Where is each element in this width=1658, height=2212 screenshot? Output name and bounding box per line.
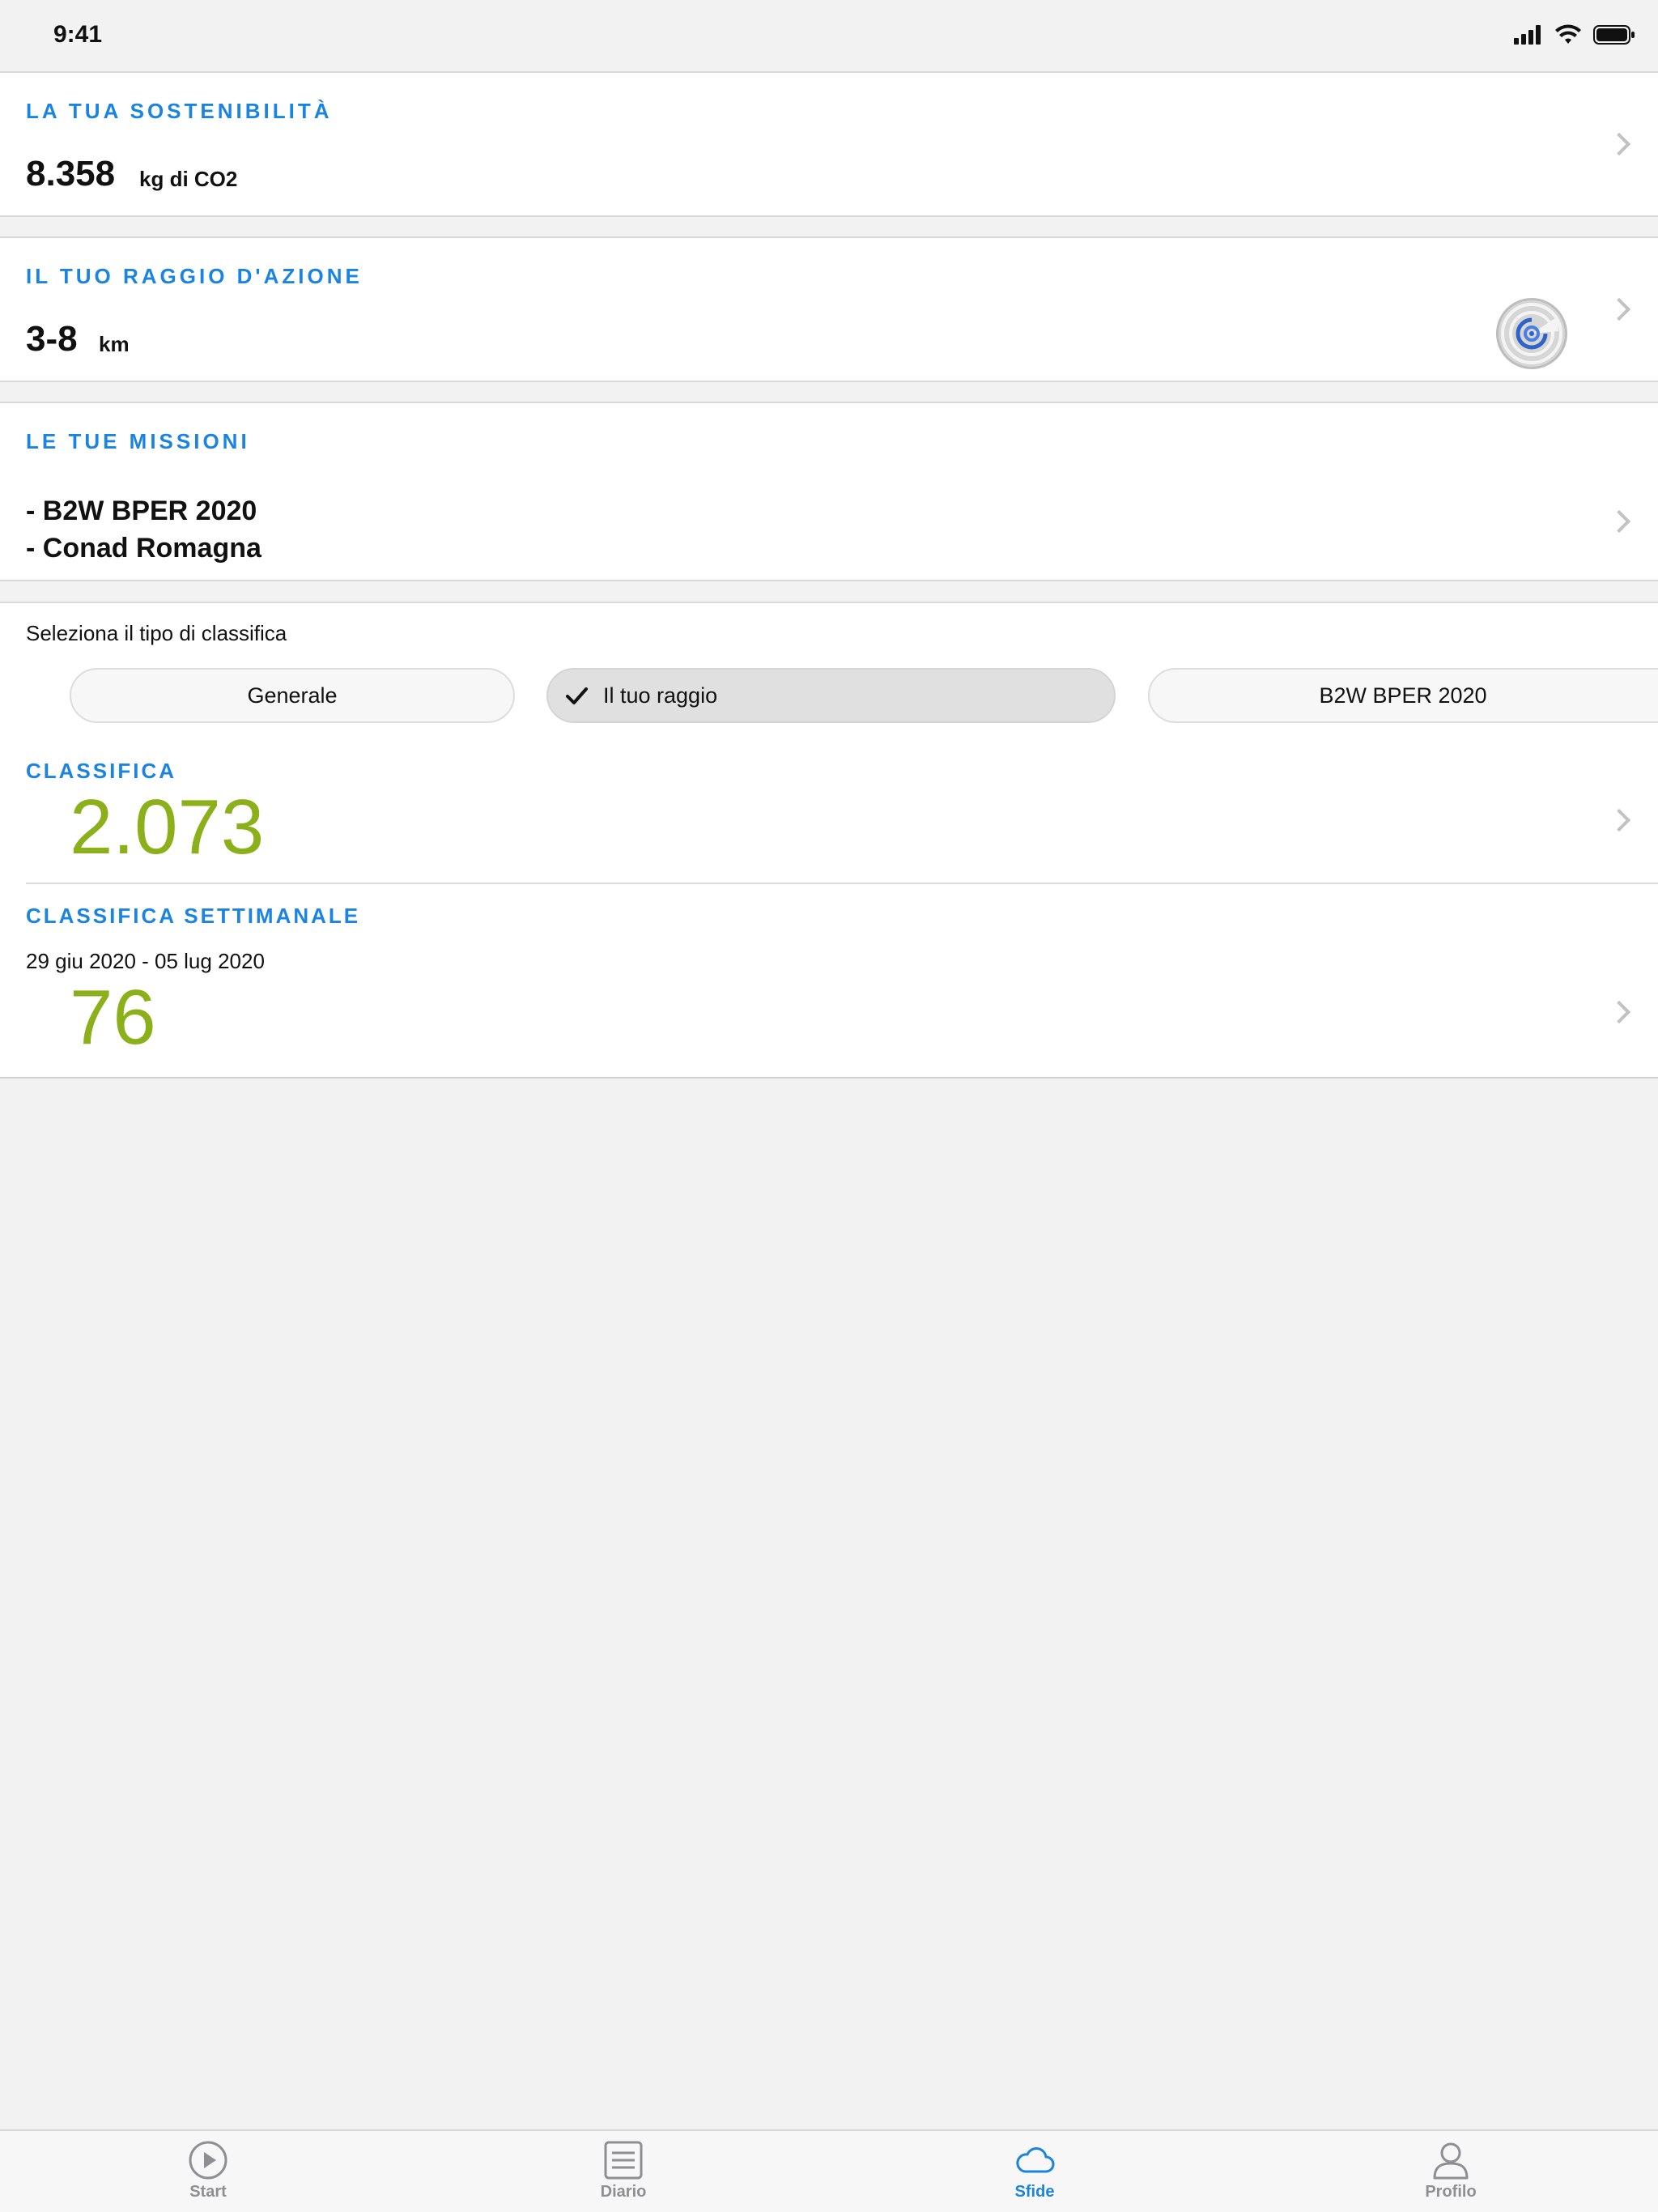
tab-start[interactable]: Start [143,2139,273,2201]
sustainability-label: LA TUA SOSTENIBILITÀ [26,99,333,123]
profile-icon [1433,2142,1469,2180]
weekly-ranking-label: CLASSIFICA SETTIMANALE [26,904,361,928]
status-bar: 9:41 [0,0,1658,72]
tab-label: Sfide [1014,2183,1055,2201]
weekly-ranking-value: 76 [70,974,156,1061]
wifi-icon [1555,24,1581,44]
overall-ranking-row[interactable]: CLASSIFICA 2.073 [0,749,1658,878]
status-time: 9:41 [53,21,103,48]
leaderboard-type-label: Seleziona il tipo di classifica [26,621,287,645]
chevron-right-icon [1607,509,1631,534]
weekly-date-range: 29 giu 2020 - 05 lug 2020 [26,949,265,973]
signal-icon [1514,25,1541,45]
segment-generale[interactable]: Generale [70,668,515,723]
segment-label: Generale [247,683,338,708]
action-radius-card[interactable]: IL TUO RAGGIO D'AZIONE 3-8 km [0,236,1658,382]
chevron-right-icon [1607,808,1631,832]
action-radius-value: 3-8 [26,319,78,359]
chevron-right-icon [1607,1000,1631,1024]
cloud-icon [1016,2147,1055,2173]
segment-label: Il tuo raggio [603,683,718,708]
missions-label: LE TUE MISSIONI [26,429,250,453]
sustainability-card[interactable]: LA TUA SOSTENIBILITÀ 8.358 kg di CO2 [0,71,1658,217]
action-radius-unit: km [99,332,130,356]
battery-icon [1593,25,1635,45]
tab-profilo[interactable]: Profilo [1386,2139,1516,2201]
overall-ranking-value: 2.073 [70,784,265,870]
sustainability-unit: kg di CO2 [139,167,238,191]
sustainability-value: 8.358 [26,154,116,194]
mission-item: - B2W BPER 2020 [26,496,257,526]
tab-label: Diario [600,2183,647,2201]
tab-diario[interactable]: Diario [559,2139,688,2201]
checkmark-icon [566,687,588,704]
chevron-right-icon [1607,132,1631,156]
tab-bar: Start Diario Sfide Profilo [0,2129,1658,2212]
mission-item: - Conad Romagna [26,533,261,564]
tab-label: Start [189,2183,227,2201]
segment-label: B2W BPER 2020 [1319,683,1487,708]
tab-sfide[interactable]: Sfide [970,2139,1099,2201]
weekly-ranking-row[interactable]: CLASSIFICA SETTIMANALE 29 giu 2020 - 05 … [0,884,1658,1078]
overall-ranking-label: CLASSIFICA [26,759,176,783]
chevron-right-icon [1607,297,1631,321]
missions-card[interactable]: LE TUE MISSIONI - B2W BPER 2020 - Conad … [0,402,1658,581]
tab-label: Profilo [1425,2183,1477,2201]
status-icons [1514,24,1635,45]
segment-il-tuo-raggio[interactable]: Il tuo raggio [546,668,1116,723]
diary-icon [604,2141,643,2180]
leaderboard-section: Seleziona il tipo di classifica Generale… [0,602,1658,1078]
radar-icon [1496,298,1567,369]
action-radius-label: IL TUO RAGGIO D'AZIONE [26,264,363,288]
play-icon [189,2141,227,2180]
missions-list: - B2W BPER 2020 - Conad Romagna [26,492,261,567]
segment-b2w-bper-2020[interactable]: B2W BPER 2020 [1148,668,1658,723]
